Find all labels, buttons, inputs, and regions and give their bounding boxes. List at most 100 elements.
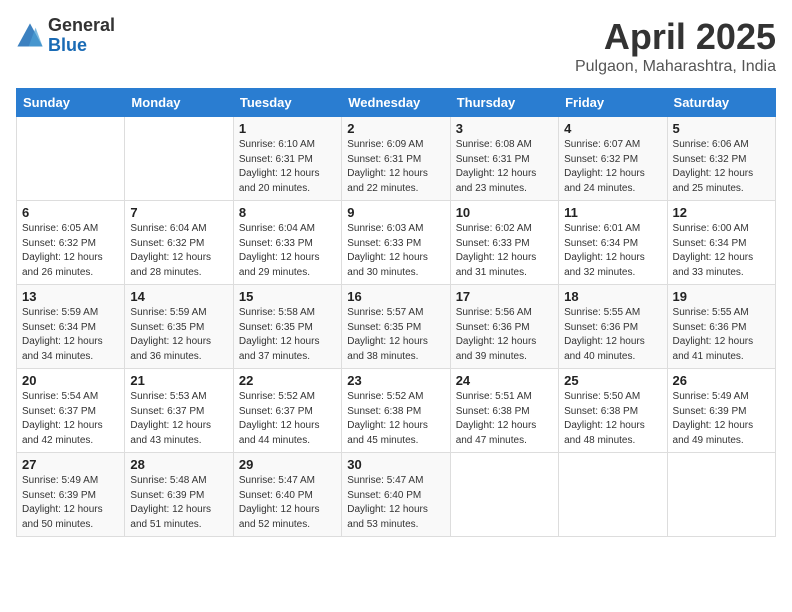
day-info: Sunrise: 5:48 AMSunset: 6:39 PMDaylight:… — [130, 474, 227, 532]
calendar-cell: 15 Sunrise: 5:58 AMSunset: 6:35 PMDayligh… — [233, 285, 341, 369]
calendar-cell: 17 Sunrise: 5:56 AMSunset: 6:36 PMDayligh… — [450, 285, 558, 369]
calendar-week-row: 13Sunrise: 5:59 AMSunset: 6:34 PMDayligh… — [17, 285, 776, 369]
calendar-title: April 2025 — [575, 16, 776, 58]
calendar-cell: 9 Sunrise: 6:03 AMSunset: 6:33 PMDaylight… — [342, 201, 450, 285]
day-info: Sunrise: 5:50 AMSunset: 6:38 PMDaylight:… — [564, 390, 661, 448]
day-info: Sunrise: 5:56 AMSunset: 6:36 PMDaylight:… — [456, 306, 553, 364]
day-number: 21 — [130, 373, 227, 388]
calendar-week-row: 20Sunrise: 5:54 AMSunset: 6:37 PMDayligh… — [17, 369, 776, 453]
day-info: Sunrise: 5:49 AMSunset: 6:39 PMDaylight:… — [673, 390, 770, 448]
calendar-cell — [125, 117, 233, 201]
day-info: Sunrise: 6:09 AMSunset: 6:31 PMDaylight:… — [347, 138, 444, 196]
calendar-location: Pulgaon, Maharashtra, India — [575, 58, 776, 76]
day-info: Sunrise: 5:47 AMSunset: 6:40 PMDaylight:… — [347, 474, 444, 532]
calendar-cell — [450, 453, 558, 537]
day-info: Sunrise: 6:06 AMSunset: 6:32 PMDaylight:… — [673, 138, 770, 196]
day-number: 6 — [22, 205, 119, 220]
day-number: 10 — [456, 205, 553, 220]
calendar-cell: 16 Sunrise: 5:57 AMSunset: 6:35 PMDayligh… — [342, 285, 450, 369]
day-number: 5 — [673, 121, 770, 136]
day-info: Sunrise: 6:04 AMSunset: 6:32 PMDaylight:… — [130, 222, 227, 280]
calendar-header-row: SundayMondayTuesdayWednesdayThursdayFrid… — [17, 89, 776, 117]
day-info: Sunrise: 5:49 AMSunset: 6:39 PMDaylight:… — [22, 474, 119, 532]
calendar-cell: 14Sunrise: 5:59 AMSunset: 6:35 PMDayligh… — [125, 285, 233, 369]
calendar-cell: 21 Sunrise: 5:53 AMSunset: 6:37 PMDayligh… — [125, 369, 233, 453]
day-header-tuesday: Tuesday — [233, 89, 341, 117]
day-number: 23 — [347, 373, 444, 388]
day-number: 27 — [22, 457, 119, 472]
calendar-cell: 30Sunrise: 5:47 AMSunset: 6:40 PMDayligh… — [342, 453, 450, 537]
day-number: 22 — [239, 373, 336, 388]
calendar-week-row: 27 Sunrise: 5:49 AMSunset: 6:39 PMDayligh… — [17, 453, 776, 537]
day-header-thursday: Thursday — [450, 89, 558, 117]
calendar-cell: 4 Sunrise: 6:07 AMSunset: 6:32 PMDaylight… — [559, 117, 667, 201]
day-header-monday: Monday — [125, 89, 233, 117]
calendar-cell: 28Sunrise: 5:48 AMSunset: 6:39 PMDayligh… — [125, 453, 233, 537]
calendar-cell: 29 Sunrise: 5:47 AMSunset: 6:40 PMDayligh… — [233, 453, 341, 537]
day-header-friday: Friday — [559, 89, 667, 117]
logo-text: General Blue — [48, 16, 115, 56]
logo-icon — [16, 22, 44, 50]
calendar-cell — [17, 117, 125, 201]
logo: General Blue — [16, 16, 115, 56]
logo-general-text: General — [48, 16, 115, 36]
day-number: 17 — [456, 289, 553, 304]
day-info: Sunrise: 6:05 AMSunset: 6:32 PMDaylight:… — [22, 222, 119, 280]
day-number: 26 — [673, 373, 770, 388]
day-info: Sunrise: 5:57 AMSunset: 6:35 PMDaylight:… — [347, 306, 444, 364]
day-number: 13 — [22, 289, 119, 304]
calendar-cell: 5 Sunrise: 6:06 AMSunset: 6:32 PMDaylight… — [667, 117, 775, 201]
day-number: 1 — [239, 121, 336, 136]
day-number: 16 — [347, 289, 444, 304]
day-number: 11 — [564, 205, 661, 220]
day-number: 19 — [673, 289, 770, 304]
day-info: Sunrise: 6:07 AMSunset: 6:32 PMDaylight:… — [564, 138, 661, 196]
calendar-cell: 7 Sunrise: 6:04 AMSunset: 6:32 PMDaylight… — [125, 201, 233, 285]
calendar-cell: 26 Sunrise: 5:49 AMSunset: 6:39 PMDayligh… — [667, 369, 775, 453]
calendar-cell: 10 Sunrise: 6:02 AMSunset: 6:33 PMDayligh… — [450, 201, 558, 285]
day-number: 29 — [239, 457, 336, 472]
day-number: 24 — [456, 373, 553, 388]
day-number: 7 — [130, 205, 227, 220]
day-info: Sunrise: 6:03 AMSunset: 6:33 PMDaylight:… — [347, 222, 444, 280]
logo-blue-text: Blue — [48, 36, 115, 56]
calendar-table: SundayMondayTuesdayWednesdayThursdayFrid… — [16, 88, 776, 537]
day-info: Sunrise: 5:47 AMSunset: 6:40 PMDaylight:… — [239, 474, 336, 532]
calendar-cell: 22 Sunrise: 5:52 AMSunset: 6:37 PMDayligh… — [233, 369, 341, 453]
calendar-cell: 2 Sunrise: 6:09 AMSunset: 6:31 PMDaylight… — [342, 117, 450, 201]
day-info: Sunrise: 6:04 AMSunset: 6:33 PMDaylight:… — [239, 222, 336, 280]
day-number: 9 — [347, 205, 444, 220]
calendar-cell — [667, 453, 775, 537]
day-info: Sunrise: 5:52 AMSunset: 6:38 PMDaylight:… — [347, 390, 444, 448]
day-info: Sunrise: 5:52 AMSunset: 6:37 PMDaylight:… — [239, 390, 336, 448]
day-header-wednesday: Wednesday — [342, 89, 450, 117]
calendar-cell: 1 Sunrise: 6:10 AMSunset: 6:31 PMDaylight… — [233, 117, 341, 201]
day-number: 18 — [564, 289, 661, 304]
calendar-week-row: 6 Sunrise: 6:05 AMSunset: 6:32 PMDaylight… — [17, 201, 776, 285]
day-info: Sunrise: 6:00 AMSunset: 6:34 PMDaylight:… — [673, 222, 770, 280]
day-info: Sunrise: 6:02 AMSunset: 6:33 PMDaylight:… — [456, 222, 553, 280]
calendar-cell: 19 Sunrise: 5:55 AMSunset: 6:36 PMDayligh… — [667, 285, 775, 369]
calendar-cell: 24Sunrise: 5:51 AMSunset: 6:38 PMDayligh… — [450, 369, 558, 453]
day-info: Sunrise: 5:55 AMSunset: 6:36 PMDaylight:… — [673, 306, 770, 364]
day-number: 4 — [564, 121, 661, 136]
day-info: Sunrise: 5:53 AMSunset: 6:37 PMDaylight:… — [130, 390, 227, 448]
day-number: 12 — [673, 205, 770, 220]
calendar-cell: 13Sunrise: 5:59 AMSunset: 6:34 PMDayligh… — [17, 285, 125, 369]
day-info: Sunrise: 5:58 AMSunset: 6:35 PMDaylight:… — [239, 306, 336, 364]
day-number: 15 — [239, 289, 336, 304]
calendar-week-row: 1 Sunrise: 6:10 AMSunset: 6:31 PMDaylight… — [17, 117, 776, 201]
day-number: 25 — [564, 373, 661, 388]
calendar-cell: 27 Sunrise: 5:49 AMSunset: 6:39 PMDayligh… — [17, 453, 125, 537]
day-info: Sunrise: 5:59 AMSunset: 6:35 PMDaylight:… — [130, 306, 227, 364]
calendar-cell: 6 Sunrise: 6:05 AMSunset: 6:32 PMDaylight… — [17, 201, 125, 285]
day-info: Sunrise: 6:10 AMSunset: 6:31 PMDaylight:… — [239, 138, 336, 196]
calendar-cell: 11Sunrise: 6:01 AMSunset: 6:34 PMDayligh… — [559, 201, 667, 285]
calendar-cell: 25 Sunrise: 5:50 AMSunset: 6:38 PMDayligh… — [559, 369, 667, 453]
day-number: 2 — [347, 121, 444, 136]
calendar-cell: 18Sunrise: 5:55 AMSunset: 6:36 PMDayligh… — [559, 285, 667, 369]
calendar-cell — [559, 453, 667, 537]
title-block: April 2025 Pulgaon, Maharashtra, India — [575, 16, 776, 76]
page-header: General Blue April 2025 Pulgaon, Maharas… — [16, 16, 776, 76]
calendar-cell: 3Sunrise: 6:08 AMSunset: 6:31 PMDaylight… — [450, 117, 558, 201]
